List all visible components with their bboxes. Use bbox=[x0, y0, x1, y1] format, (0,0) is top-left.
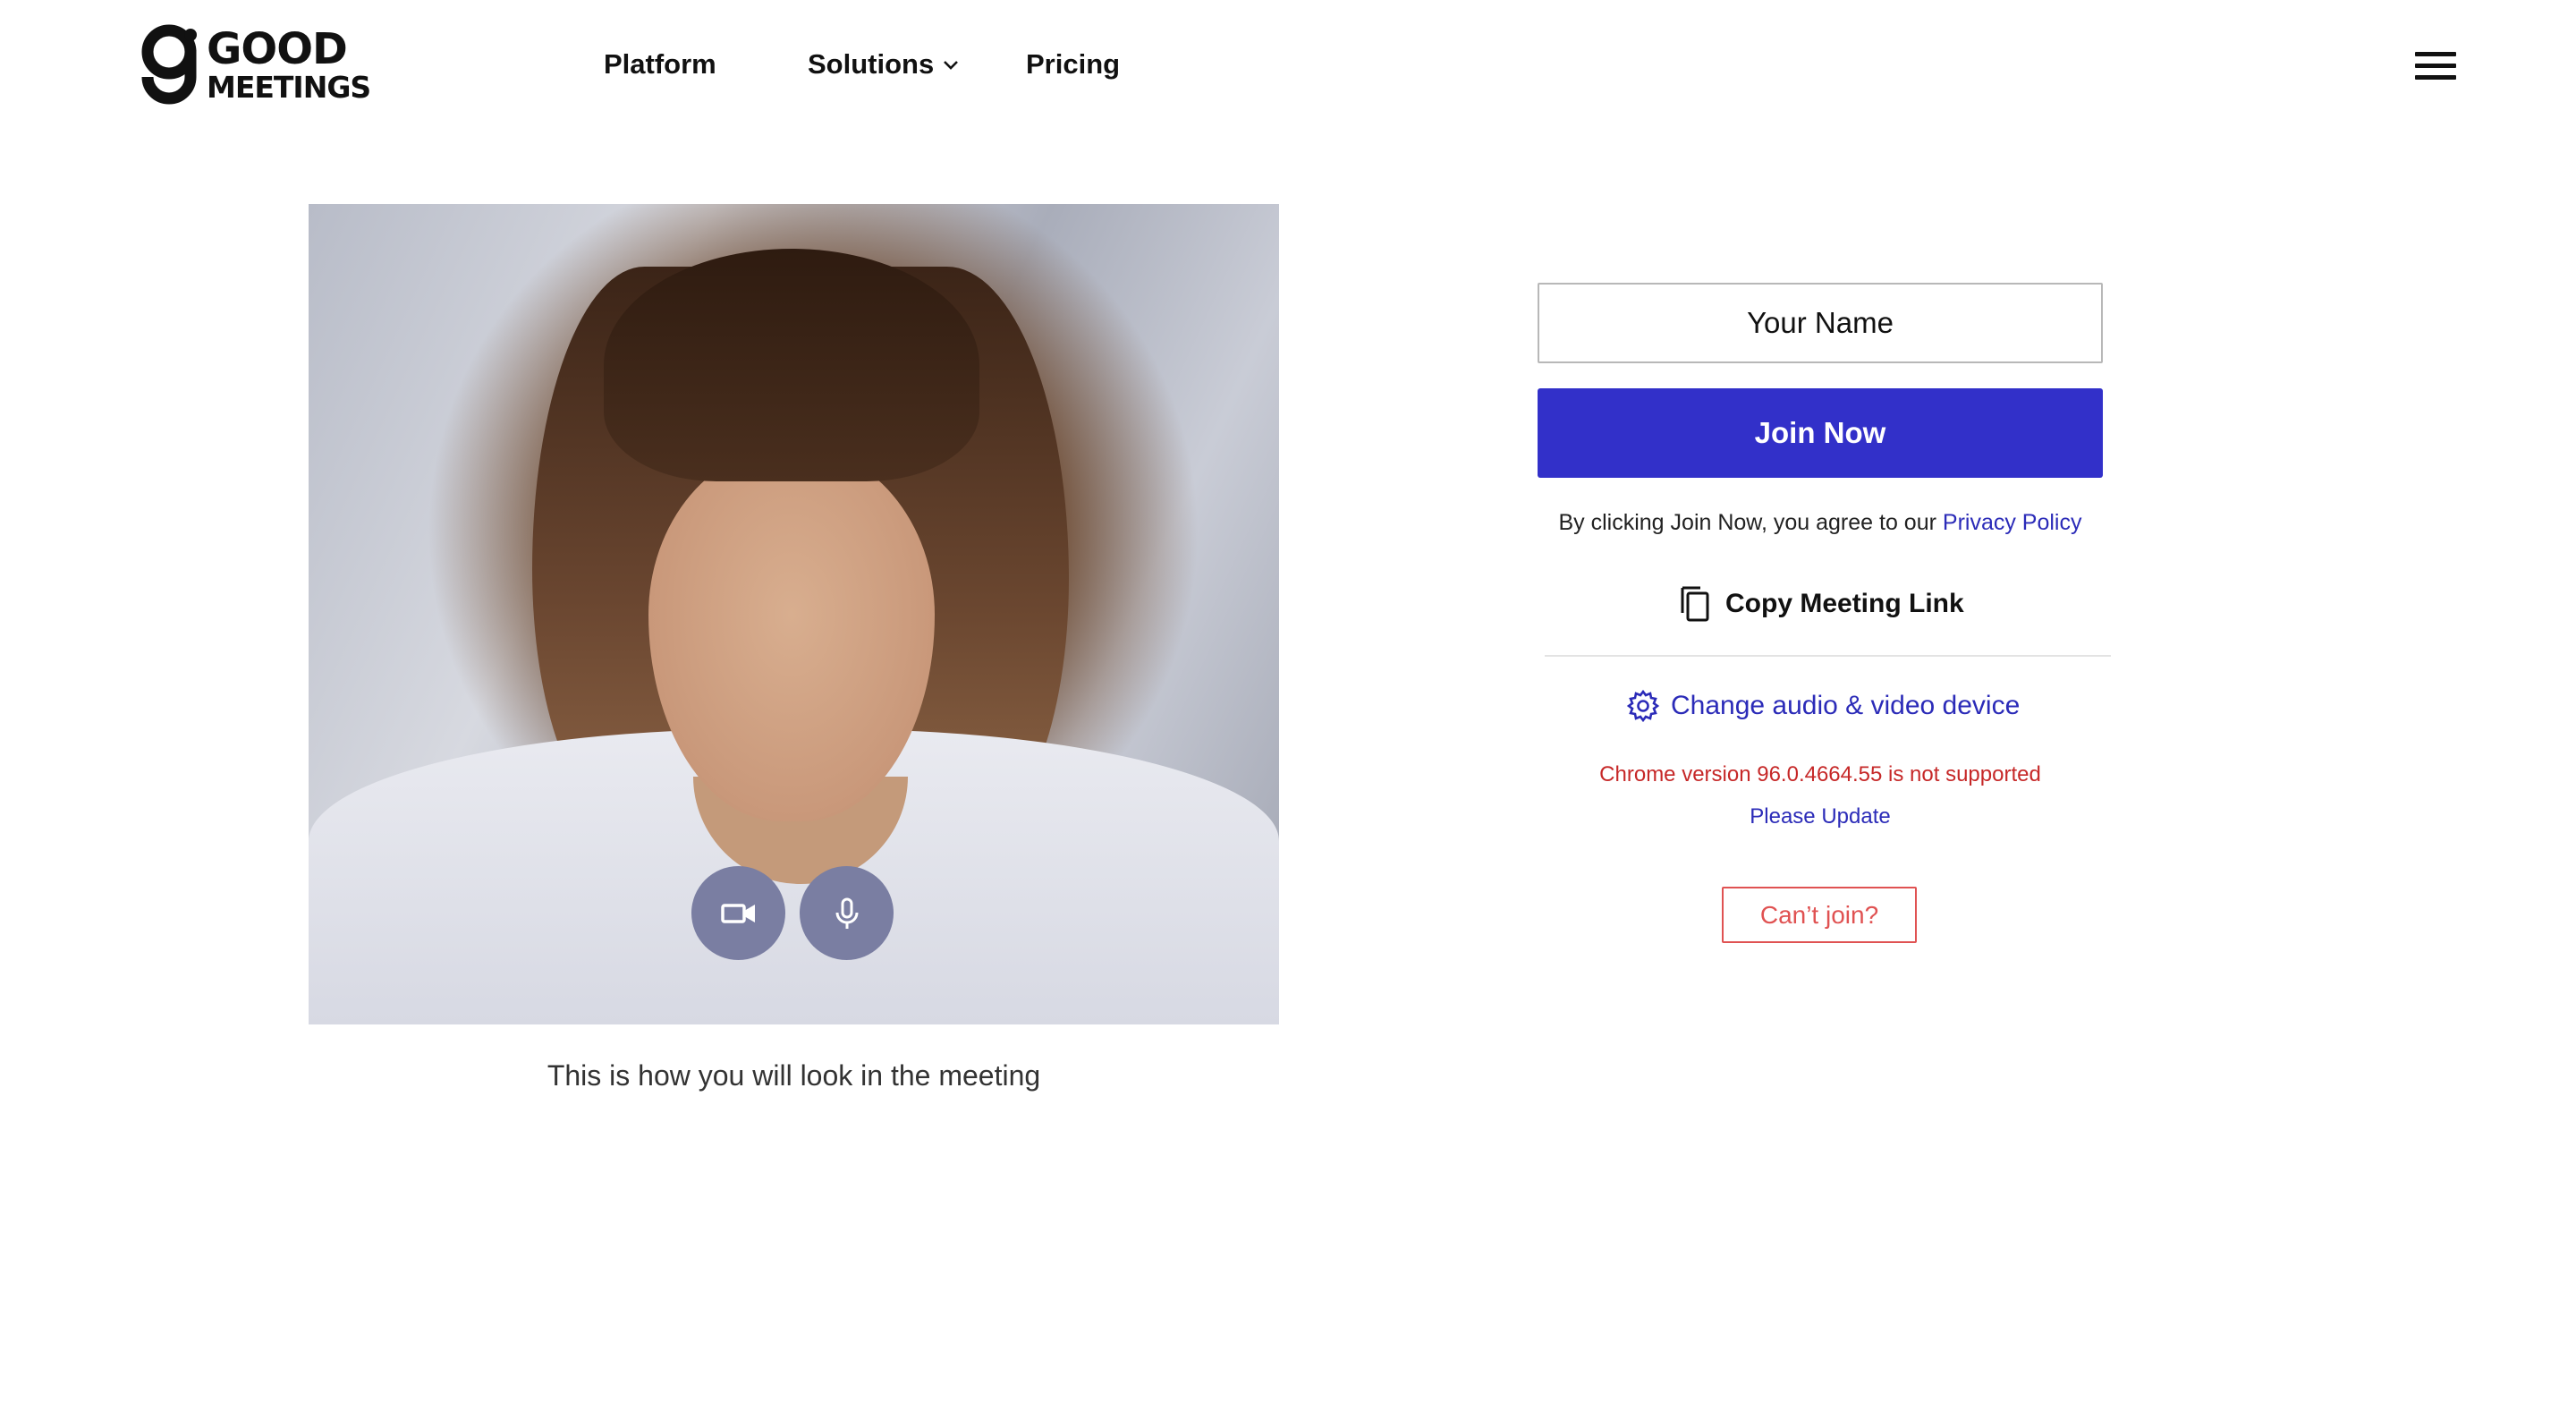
video-camera-icon bbox=[720, 903, 755, 923]
your-name-input[interactable] bbox=[1538, 283, 2103, 363]
gear-icon bbox=[1626, 689, 1660, 723]
nav-pricing-label: Pricing bbox=[1026, 48, 1121, 80]
logo-word-meetings: MEETINGS bbox=[207, 69, 371, 105]
hamburger-menu-icon[interactable] bbox=[2415, 52, 2456, 84]
nav-solutions[interactable]: Solutions bbox=[808, 45, 961, 84]
change-device-label: Change audio & video device bbox=[1671, 691, 2021, 720]
camera-toggle-button[interactable] bbox=[691, 866, 785, 960]
copy-meeting-link-label: Copy Meeting Link bbox=[1725, 589, 1964, 618]
preview-hair-top bbox=[604, 249, 979, 481]
change-device-link[interactable]: Change audio & video device bbox=[1626, 684, 2020, 728]
nav-platform-label: Platform bbox=[604, 48, 716, 80]
logo-g-icon bbox=[141, 24, 197, 105]
nav-solutions-label: Solutions bbox=[808, 48, 935, 80]
chevron-down-icon bbox=[944, 61, 959, 70]
copy-icon bbox=[1681, 586, 1709, 622]
terms-notice: By clicking Join Now, you agree to our P… bbox=[1503, 510, 2138, 536]
good-meetings-logo[interactable]: GOOD MEETINGS bbox=[139, 23, 371, 106]
logo-wordmark: GOOD MEETINGS bbox=[207, 23, 371, 105]
camera-preview bbox=[309, 204, 1279, 1024]
browser-warning: Chrome version 96.0.4664.55 is not suppo… bbox=[1599, 762, 2041, 786]
cant-join-button[interactable]: Can’t join? bbox=[1722, 887, 1917, 943]
join-now-button[interactable]: Join Now bbox=[1538, 388, 2103, 478]
microphone-toggle-button[interactable] bbox=[800, 866, 894, 960]
microphone-icon bbox=[835, 897, 858, 929]
preview-caption: This is how you will look in the meeting bbox=[547, 1059, 1041, 1092]
terms-text: By clicking Join Now, you agree to our bbox=[1558, 510, 1943, 535]
preview-face bbox=[648, 446, 935, 821]
section-divider bbox=[1545, 655, 2111, 657]
logo-word-good: GOOD bbox=[207, 23, 348, 74]
copy-meeting-link-button[interactable]: Copy Meeting Link bbox=[1677, 582, 1964, 626]
nav-platform[interactable]: Platform bbox=[604, 45, 716, 84]
nav-pricing[interactable]: Pricing bbox=[1026, 45, 1120, 84]
privacy-policy-link[interactable]: Privacy Policy bbox=[1943, 510, 2082, 535]
please-update-link[interactable]: Please Update bbox=[1503, 804, 2138, 829]
